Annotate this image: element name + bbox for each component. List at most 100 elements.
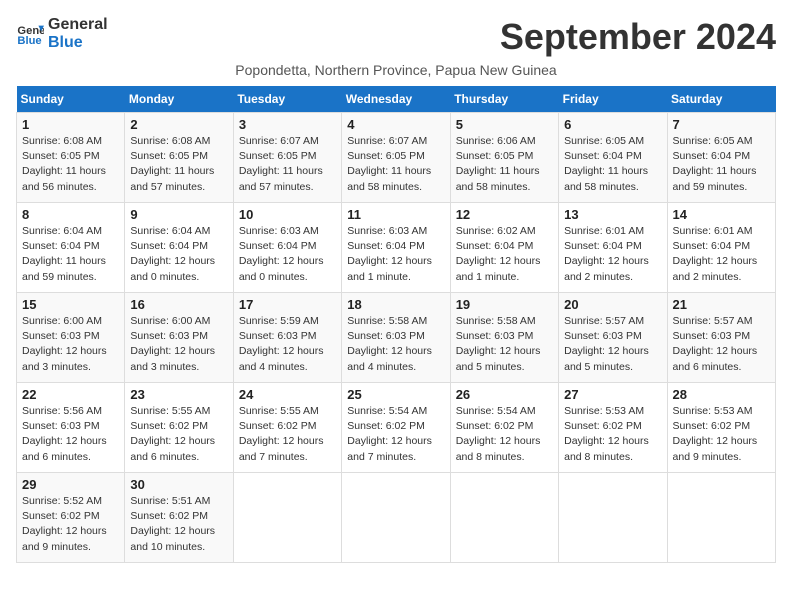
day-number: 23 — [130, 387, 227, 402]
day-number: 21 — [673, 297, 770, 312]
day-number: 30 — [130, 477, 227, 492]
day-info: Sunrise: 6:00 AM Sunset: 6:03 PM Dayligh… — [130, 314, 227, 375]
day-info: Sunrise: 6:01 AM Sunset: 6:04 PM Dayligh… — [673, 224, 770, 285]
calendar-cell — [342, 473, 450, 563]
calendar-cell: 12 Sunrise: 6:02 AM Sunset: 6:04 PM Dayl… — [450, 203, 558, 293]
day-info: Sunrise: 5:52 AM Sunset: 6:02 PM Dayligh… — [22, 494, 119, 555]
day-number: 22 — [22, 387, 119, 402]
calendar-cell: 24 Sunrise: 5:55 AM Sunset: 6:02 PM Dayl… — [233, 383, 341, 473]
calendar-cell: 9 Sunrise: 6:04 AM Sunset: 6:04 PM Dayli… — [125, 203, 233, 293]
calendar-cell: 6 Sunrise: 6:05 AM Sunset: 6:04 PM Dayli… — [559, 113, 667, 203]
day-info: Sunrise: 5:57 AM Sunset: 6:03 PM Dayligh… — [564, 314, 661, 375]
day-info: Sunrise: 6:05 AM Sunset: 6:04 PM Dayligh… — [564, 134, 661, 195]
day-number: 13 — [564, 207, 661, 222]
month-title: September 2024 — [500, 16, 776, 58]
calendar-cell: 30 Sunrise: 5:51 AM Sunset: 6:02 PM Dayl… — [125, 473, 233, 563]
day-number: 29 — [22, 477, 119, 492]
day-info: Sunrise: 5:51 AM Sunset: 6:02 PM Dayligh… — [130, 494, 227, 555]
calendar-row: 29 Sunrise: 5:52 AM Sunset: 6:02 PM Dayl… — [17, 473, 776, 563]
day-number: 24 — [239, 387, 336, 402]
day-info: Sunrise: 6:08 AM Sunset: 6:05 PM Dayligh… — [22, 134, 119, 195]
location-subtitle: Popondetta, Northern Province, Papua New… — [16, 62, 776, 78]
day-info: Sunrise: 5:54 AM Sunset: 6:02 PM Dayligh… — [347, 404, 444, 465]
calendar-cell: 18 Sunrise: 5:58 AM Sunset: 6:03 PM Dayl… — [342, 293, 450, 383]
day-info: Sunrise: 5:59 AM Sunset: 6:03 PM Dayligh… — [239, 314, 336, 375]
calendar-cell — [450, 473, 558, 563]
calendar-header-row: Sunday Monday Tuesday Wednesday Thursday… — [17, 86, 776, 113]
day-number: 5 — [456, 117, 553, 132]
col-thursday: Thursday — [450, 86, 558, 113]
calendar-cell: 25 Sunrise: 5:54 AM Sunset: 6:02 PM Dayl… — [342, 383, 450, 473]
day-number: 2 — [130, 117, 227, 132]
calendar-cell: 15 Sunrise: 6:00 AM Sunset: 6:03 PM Dayl… — [17, 293, 125, 383]
day-number: 15 — [22, 297, 119, 312]
calendar-row: 1 Sunrise: 6:08 AM Sunset: 6:05 PM Dayli… — [17, 113, 776, 203]
day-number: 7 — [673, 117, 770, 132]
logo: General Blue General Blue — [16, 16, 108, 51]
calendar-cell: 14 Sunrise: 6:01 AM Sunset: 6:04 PM Dayl… — [667, 203, 775, 293]
col-monday: Monday — [125, 86, 233, 113]
calendar-cell — [233, 473, 341, 563]
day-number: 14 — [673, 207, 770, 222]
svg-text:Blue: Blue — [17, 34, 41, 46]
calendar-cell: 27 Sunrise: 5:53 AM Sunset: 6:02 PM Dayl… — [559, 383, 667, 473]
col-tuesday: Tuesday — [233, 86, 341, 113]
logo-icon: General Blue — [16, 20, 44, 48]
day-info: Sunrise: 6:02 AM Sunset: 6:04 PM Dayligh… — [456, 224, 553, 285]
day-number: 12 — [456, 207, 553, 222]
day-info: Sunrise: 5:54 AM Sunset: 6:02 PM Dayligh… — [456, 404, 553, 465]
day-number: 10 — [239, 207, 336, 222]
day-number: 8 — [22, 207, 119, 222]
calendar-cell: 28 Sunrise: 5:53 AM Sunset: 6:02 PM Dayl… — [667, 383, 775, 473]
calendar-cell: 13 Sunrise: 6:01 AM Sunset: 6:04 PM Dayl… — [559, 203, 667, 293]
day-info: Sunrise: 5:55 AM Sunset: 6:02 PM Dayligh… — [130, 404, 227, 465]
day-number: 18 — [347, 297, 444, 312]
day-number: 11 — [347, 207, 444, 222]
day-number: 28 — [673, 387, 770, 402]
day-info: Sunrise: 6:04 AM Sunset: 6:04 PM Dayligh… — [130, 224, 227, 285]
day-info: Sunrise: 5:53 AM Sunset: 6:02 PM Dayligh… — [673, 404, 770, 465]
calendar-cell: 21 Sunrise: 5:57 AM Sunset: 6:03 PM Dayl… — [667, 293, 775, 383]
day-number: 4 — [347, 117, 444, 132]
day-info: Sunrise: 5:58 AM Sunset: 6:03 PM Dayligh… — [347, 314, 444, 375]
col-sunday: Sunday — [17, 86, 125, 113]
calendar-cell: 2 Sunrise: 6:08 AM Sunset: 6:05 PM Dayli… — [125, 113, 233, 203]
day-number: 17 — [239, 297, 336, 312]
col-wednesday: Wednesday — [342, 86, 450, 113]
day-number: 25 — [347, 387, 444, 402]
calendar-cell: 22 Sunrise: 5:56 AM Sunset: 6:03 PM Dayl… — [17, 383, 125, 473]
col-saturday: Saturday — [667, 86, 775, 113]
calendar-row: 8 Sunrise: 6:04 AM Sunset: 6:04 PM Dayli… — [17, 203, 776, 293]
calendar-cell: 20 Sunrise: 5:57 AM Sunset: 6:03 PM Dayl… — [559, 293, 667, 383]
calendar-cell — [667, 473, 775, 563]
title-block: September 2024 — [500, 16, 776, 58]
day-number: 16 — [130, 297, 227, 312]
calendar-row: 15 Sunrise: 6:00 AM Sunset: 6:03 PM Dayl… — [17, 293, 776, 383]
day-info: Sunrise: 6:08 AM Sunset: 6:05 PM Dayligh… — [130, 134, 227, 195]
day-info: Sunrise: 5:58 AM Sunset: 6:03 PM Dayligh… — [456, 314, 553, 375]
calendar-cell: 19 Sunrise: 5:58 AM Sunset: 6:03 PM Dayl… — [450, 293, 558, 383]
calendar-cell: 4 Sunrise: 6:07 AM Sunset: 6:05 PM Dayli… — [342, 113, 450, 203]
day-number: 9 — [130, 207, 227, 222]
page-header: General Blue General Blue September 2024 — [16, 16, 776, 58]
day-info: Sunrise: 6:04 AM Sunset: 6:04 PM Dayligh… — [22, 224, 119, 285]
day-number: 6 — [564, 117, 661, 132]
day-number: 20 — [564, 297, 661, 312]
calendar-cell: 10 Sunrise: 6:03 AM Sunset: 6:04 PM Dayl… — [233, 203, 341, 293]
calendar-table: Sunday Monday Tuesday Wednesday Thursday… — [16, 86, 776, 563]
calendar-cell: 16 Sunrise: 6:00 AM Sunset: 6:03 PM Dayl… — [125, 293, 233, 383]
day-info: Sunrise: 5:56 AM Sunset: 6:03 PM Dayligh… — [22, 404, 119, 465]
day-info: Sunrise: 6:01 AM Sunset: 6:04 PM Dayligh… — [564, 224, 661, 285]
calendar-body: 1 Sunrise: 6:08 AM Sunset: 6:05 PM Dayli… — [17, 113, 776, 563]
calendar-row: 22 Sunrise: 5:56 AM Sunset: 6:03 PM Dayl… — [17, 383, 776, 473]
calendar-cell: 1 Sunrise: 6:08 AM Sunset: 6:05 PM Dayli… — [17, 113, 125, 203]
day-number: 3 — [239, 117, 336, 132]
day-info: Sunrise: 6:00 AM Sunset: 6:03 PM Dayligh… — [22, 314, 119, 375]
day-info: Sunrise: 5:53 AM Sunset: 6:02 PM Dayligh… — [564, 404, 661, 465]
day-info: Sunrise: 5:55 AM Sunset: 6:02 PM Dayligh… — [239, 404, 336, 465]
day-info: Sunrise: 6:03 AM Sunset: 6:04 PM Dayligh… — [347, 224, 444, 285]
day-info: Sunrise: 6:05 AM Sunset: 6:04 PM Dayligh… — [673, 134, 770, 195]
calendar-cell: 5 Sunrise: 6:06 AM Sunset: 6:05 PM Dayli… — [450, 113, 558, 203]
calendar-cell: 7 Sunrise: 6:05 AM Sunset: 6:04 PM Dayli… — [667, 113, 775, 203]
day-info: Sunrise: 6:07 AM Sunset: 6:05 PM Dayligh… — [347, 134, 444, 195]
